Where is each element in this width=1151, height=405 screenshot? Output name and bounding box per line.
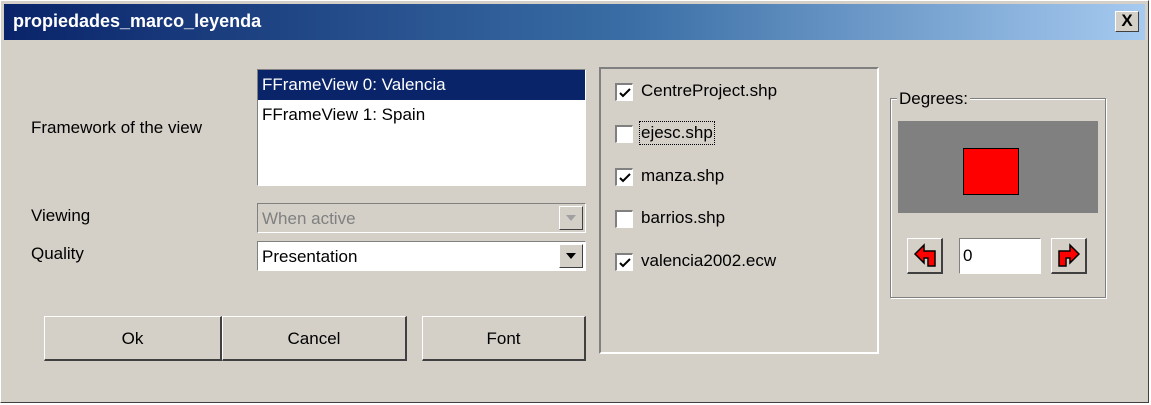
rotate-right-icon xyxy=(1058,243,1081,267)
degrees-group: Degrees: 0 xyxy=(890,89,1106,298)
font-button[interactable]: Font xyxy=(422,316,586,361)
chevron-down-icon xyxy=(559,206,583,230)
layer-label-0: CentreProject.shp xyxy=(641,81,778,100)
layer-label-4: valencia2002.ecw xyxy=(641,251,777,270)
preview-square xyxy=(963,148,1019,195)
viewing-select: When active xyxy=(257,203,586,233)
framework-label: Framework of the view xyxy=(31,118,202,137)
layer-label-1: ejesc.shp xyxy=(639,121,715,145)
layer-checkbox-0[interactable] xyxy=(615,83,633,101)
framework-listbox[interactable]: FFrameView 0: Valencia FFrameView 1: Spa… xyxy=(257,69,586,186)
layer-label-3: barrios.shp xyxy=(641,208,726,227)
viewing-value: When active xyxy=(262,209,356,228)
degrees-label: Degrees: xyxy=(897,89,970,109)
rotation-preview xyxy=(898,121,1098,213)
viewing-label: Viewing xyxy=(31,206,91,225)
dialog-window: propiedades_marco_leyenda X Framework of… xyxy=(0,0,1149,403)
title-bar[interactable]: propiedades_marco_leyenda X xyxy=(4,4,1145,40)
rotate-left-icon xyxy=(913,243,936,267)
ok-button[interactable]: Ok xyxy=(44,316,222,361)
degrees-value: 0 xyxy=(963,246,973,265)
layers-panel: CentreProject.shp ejesc.shp manza.shp ba… xyxy=(599,67,879,354)
quality-value: Presentation xyxy=(262,247,358,266)
rotate-right-button[interactable] xyxy=(1051,238,1087,274)
checkmark-icon xyxy=(619,258,631,268)
quality-label: Quality xyxy=(31,244,84,263)
layer-checkbox-1[interactable] xyxy=(615,125,633,143)
framework-item-0[interactable]: FFrameView 0: Valencia xyxy=(258,70,585,100)
rotate-left-button[interactable] xyxy=(907,238,943,274)
layer-checkbox-4[interactable] xyxy=(615,253,633,271)
degrees-input[interactable]: 0 xyxy=(959,238,1041,274)
checkmark-icon xyxy=(619,173,631,183)
checkmark-icon xyxy=(619,88,631,98)
layer-checkbox-3[interactable] xyxy=(615,210,633,228)
cancel-button[interactable]: Cancel xyxy=(222,316,407,361)
window-title: propiedades_marco_leyenda xyxy=(13,11,262,31)
close-button[interactable]: X xyxy=(1115,11,1139,32)
layer-checkbox-2[interactable] xyxy=(615,168,633,186)
layer-label-2: manza.shp xyxy=(641,166,725,185)
framework-item-1[interactable]: FFrameView 1: Spain xyxy=(258,100,585,130)
quality-select[interactable]: Presentation xyxy=(257,241,586,271)
chevron-down-icon[interactable] xyxy=(559,244,583,268)
